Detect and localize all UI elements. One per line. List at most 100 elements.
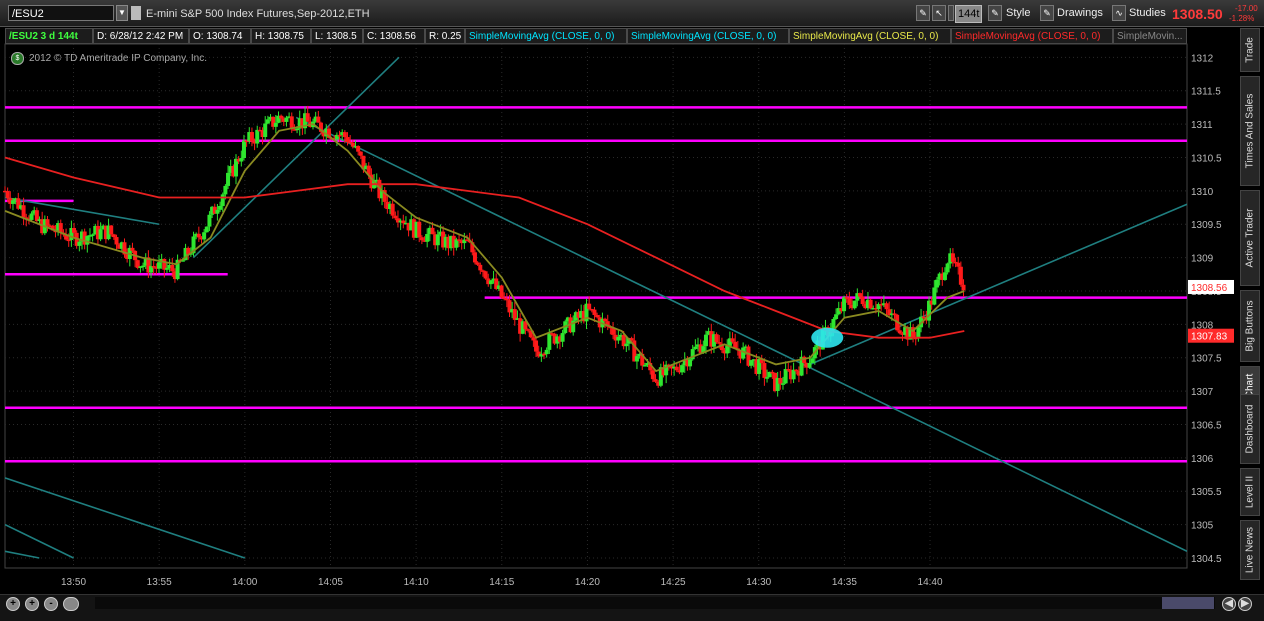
candle-body <box>762 363 767 378</box>
candle-body <box>526 329 531 331</box>
candle-body <box>220 194 225 206</box>
y-tick-label: 1310.5 <box>1191 153 1222 164</box>
y-tick-label: 1309 <box>1191 254 1214 265</box>
candle-body <box>504 298 509 301</box>
candle-body <box>547 333 552 350</box>
candle-body <box>475 262 480 265</box>
tab-times-and-sales[interactable]: Times And Sales <box>1240 76 1260 186</box>
candle-body <box>164 268 169 270</box>
candle-body <box>478 264 483 271</box>
candle-body <box>345 137 350 142</box>
tab-big-buttons[interactable]: Big Buttons <box>1240 290 1260 362</box>
y-tick-label: 1312 <box>1191 53 1214 64</box>
candle-body <box>693 346 698 350</box>
candle-body <box>265 119 270 124</box>
candle-body <box>857 293 862 297</box>
candle-body <box>90 234 95 236</box>
candle-body <box>499 285 504 298</box>
tab-active-trader[interactable]: Active Trader <box>1240 190 1260 286</box>
candle-body <box>961 284 966 291</box>
candle-body <box>688 359 693 367</box>
tab-dashboard[interactable]: Dashboard <box>1240 394 1260 464</box>
candle-body <box>534 340 539 352</box>
candle-body <box>674 366 679 371</box>
zoom-in-icon[interactable]: + <box>6 597 20 611</box>
candle-body <box>807 362 812 368</box>
price-label: 1308.56 <box>1191 283 1228 294</box>
y-tick-label: 1310 <box>1191 187 1214 198</box>
candle-body <box>72 227 77 233</box>
candle-body <box>842 297 847 312</box>
candle-body <box>560 333 565 342</box>
x-tick-label: 14:20 <box>575 577 600 588</box>
candle-body <box>778 377 783 384</box>
candle-body <box>717 342 722 344</box>
tab-level-ii[interactable]: Level II <box>1240 468 1260 516</box>
y-tick-label: 1307 <box>1191 387 1214 398</box>
candle-body <box>305 113 310 122</box>
candle-body <box>942 272 947 280</box>
candle-body <box>810 358 815 363</box>
candle-body <box>21 205 26 218</box>
bottom-bar: + + - ◀ ▶ <box>0 594 1264 621</box>
scroll-left-icon[interactable]: ◀ <box>1222 597 1236 611</box>
candle-body <box>725 345 730 354</box>
candle-body <box>714 334 719 343</box>
candle-body <box>730 338 735 342</box>
candle-body <box>284 117 289 122</box>
candle-body <box>780 383 785 385</box>
candle-body <box>10 200 15 204</box>
candle-body <box>196 233 201 238</box>
candle-body <box>77 241 82 246</box>
horizontal-scrollbar[interactable] <box>95 597 1215 609</box>
x-tick-label: 13:50 <box>61 577 86 588</box>
candle-body <box>226 172 231 186</box>
candle-body <box>958 266 963 285</box>
candle-body <box>892 313 897 315</box>
y-tick-label: 1306 <box>1191 454 1214 465</box>
y-tick-label: 1305 <box>1191 521 1214 532</box>
candle-body <box>950 253 955 262</box>
y-tick-label: 1309.5 <box>1191 220 1222 231</box>
price-label: 1307.83 <box>1191 332 1228 343</box>
candle-body <box>109 225 114 235</box>
reset-zoom-icon[interactable] <box>63 597 79 611</box>
price-chart[interactable]: 1312 1311.5 1311 1310.5 1310 1309.5 1309 1308.5… <box>0 0 1240 594</box>
plot-area <box>4 43 1188 569</box>
candle-body <box>616 336 621 341</box>
tab-live-news[interactable]: Live News <box>1240 520 1260 580</box>
candle-body <box>430 227 435 235</box>
x-tick-label: 14:25 <box>661 577 686 588</box>
candle-body <box>279 115 284 119</box>
candle-body <box>703 334 708 347</box>
tab-trade[interactable]: Trade <box>1240 28 1260 72</box>
x-tick-label: 14:00 <box>232 577 257 588</box>
y-tick-label: 1311 <box>1191 120 1213 131</box>
candle-body <box>783 368 788 384</box>
candle-body <box>170 264 175 272</box>
x-tick-label: 14:15 <box>489 577 514 588</box>
candle-body <box>45 219 50 226</box>
candle-body <box>223 185 228 195</box>
candle-body <box>595 314 600 318</box>
candle-body <box>847 298 852 305</box>
x-tick-label: 14:30 <box>746 577 771 588</box>
candle-body <box>884 303 889 310</box>
candle-body <box>295 128 300 131</box>
candle-body <box>114 237 119 245</box>
scrollbar-thumb[interactable] <box>1162 597 1214 609</box>
candle-body <box>603 318 608 322</box>
candle-body <box>945 263 950 273</box>
x-tick-label: 14:10 <box>404 577 429 588</box>
candle-body <box>472 252 477 263</box>
candle-body <box>218 205 223 210</box>
candle-body <box>417 221 422 238</box>
y-tick-label: 1311.5 <box>1191 87 1221 98</box>
candle-body <box>255 129 260 144</box>
candle-body <box>390 203 395 216</box>
candle-body <box>263 123 268 138</box>
scroll-right-icon[interactable]: ▶ <box>1238 597 1252 611</box>
candle-body <box>483 271 488 279</box>
zoom-out-icon[interactable]: - <box>44 597 58 611</box>
zoom-search-icon[interactable]: + <box>25 597 39 611</box>
